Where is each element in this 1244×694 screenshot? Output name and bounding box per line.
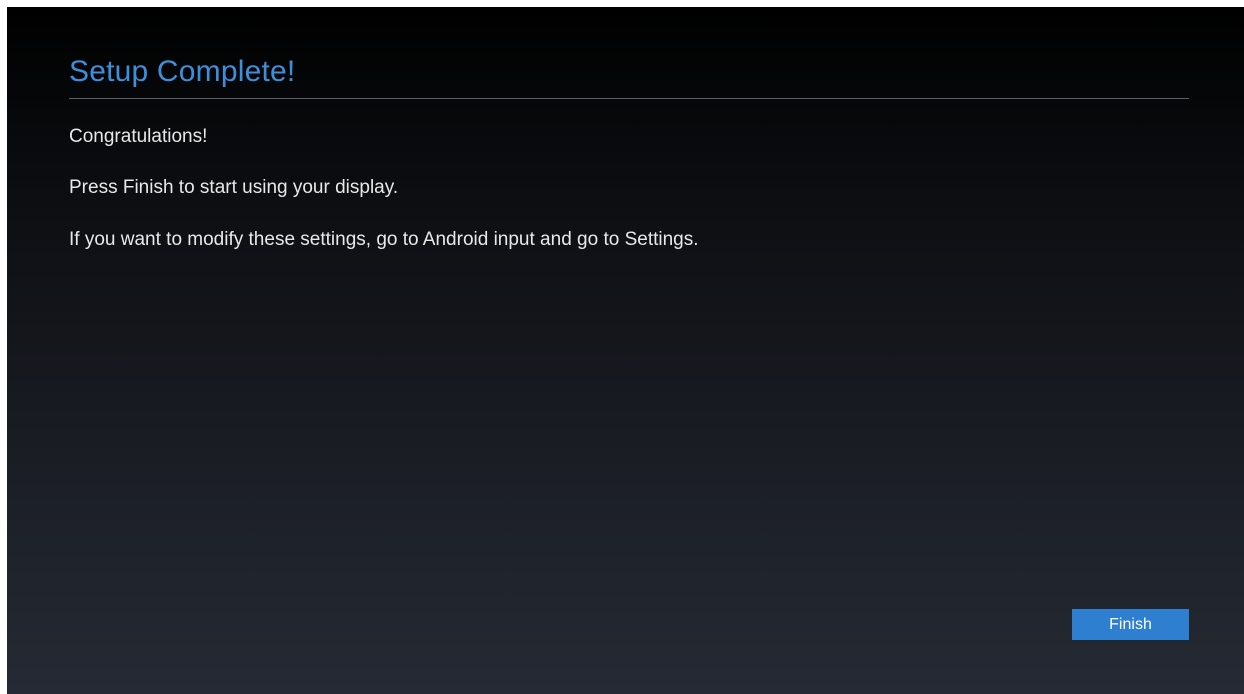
finish-instruction-text: Press Finish to start using your display… [69, 177, 399, 198]
title-divider [69, 98, 1189, 99]
page-title: Setup Complete! [69, 55, 296, 88]
congratulations-text: Congratulations! [69, 126, 208, 147]
settings-hint-text: If you want to modify these settings, go… [69, 229, 699, 250]
finish-button[interactable]: Finish [1072, 609, 1189, 640]
setup-screen: Setup Complete! Congratulations! Press F… [7, 7, 1244, 694]
